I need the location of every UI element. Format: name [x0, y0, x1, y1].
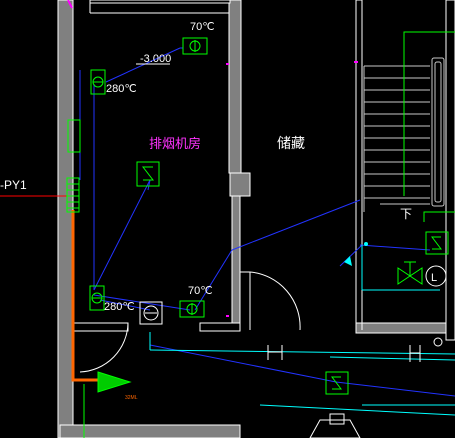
temp-label-70-top: 70℃: [190, 21, 215, 33]
temp-label-280-bottom: 280℃: [104, 301, 135, 313]
room-label-fan: 排烟机房: [149, 136, 201, 152]
room-label-storage: 储藏: [277, 136, 305, 152]
wall-far-right: [445, 0, 455, 341]
wall-bottom-left: [72, 322, 129, 332]
wall-room-right-lower: [231, 195, 241, 331]
duct-code-label: -PY1: [0, 178, 27, 192]
column-right: [229, 172, 251, 197]
wall-top: [89, 0, 231, 4]
wall-left: [57, 0, 74, 438]
wall-bottom: [59, 424, 241, 438]
wall-room-right-upper: [228, 0, 242, 174]
stair-down-label: 下: [400, 207, 412, 221]
wall-stair-bottom: [355, 322, 447, 334]
temp-label-280-top: 280℃: [106, 83, 137, 95]
wall-stair-left: [355, 0, 363, 331]
pipe-node: [364, 242, 368, 246]
elevation-label: -3.000: [140, 53, 171, 65]
wall-bottom-mid: [199, 322, 241, 332]
small-tag-label: 32ML: [125, 395, 138, 401]
temp-label-70-bottom: 70℃: [188, 285, 213, 297]
cad-floor-plan: L 排烟机房 储藏 -3.000 70℃ 70℃ 280℃ 280℃ -PY1 …: [0, 0, 455, 438]
svg-text:L: L: [431, 272, 437, 284]
